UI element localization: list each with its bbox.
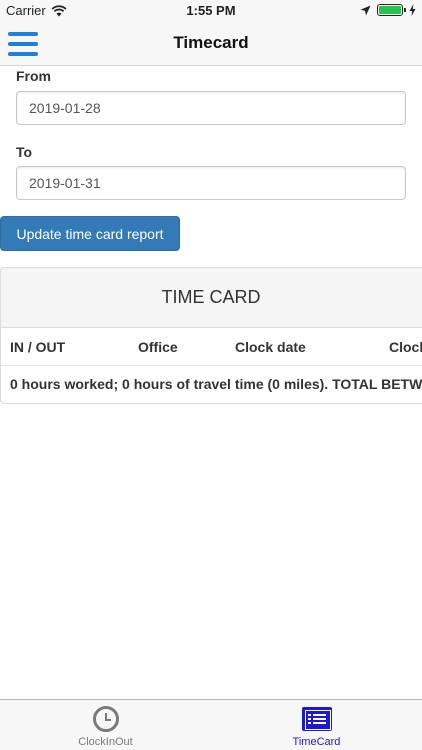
charging-bolt-icon (409, 4, 416, 16)
tab-bar: ClockInOut TimeCard (0, 699, 422, 750)
column-header-clock-date[interactable]: Clock date (235, 339, 306, 355)
column-header-clock[interactable]: Clock (389, 339, 422, 355)
list-bullet (307, 714, 311, 716)
time-card-panel: TIME CARD IN / OUT Office Clock date Clo… (0, 267, 422, 404)
tab-clockinout[interactable]: ClockInOut (0, 700, 211, 750)
list-line (312, 722, 326, 724)
update-time-card-report-button[interactable]: Update time card report (0, 216, 180, 251)
to-label: To (16, 144, 33, 160)
list-line (312, 714, 326, 716)
clock-face (92, 706, 119, 732)
list-bullet (307, 718, 311, 720)
to-date-input[interactable] (16, 166, 406, 200)
clock-icon (92, 705, 120, 733)
timecard-list-icon (301, 705, 332, 733)
tab-timecard[interactable]: TimeCard (211, 700, 422, 750)
time-card-heading: TIME CARD (1, 268, 422, 328)
column-header-in-out[interactable]: IN / OUT (10, 339, 65, 355)
column-header-office[interactable]: Office (138, 339, 178, 355)
status-time: 1:55 PM (186, 3, 236, 18)
list-line (312, 718, 326, 720)
location-arrow-icon (360, 5, 371, 15)
from-date-input[interactable] (16, 91, 406, 125)
battery-icon (377, 4, 406, 16)
timecard-icon-body (301, 707, 332, 731)
navigation-bar: Timecard (0, 22, 422, 66)
time-card-table-header: IN / OUT Office Clock date Clock (1, 328, 422, 366)
battery-fill (379, 6, 401, 14)
app-screen: Carrier 1:55 PM Timecard From 2019-01-28… (0, 0, 422, 750)
tab-timecard-label: TimeCard (292, 736, 341, 748)
summary-text: 0 hours worked; 0 hours of travel time (… (10, 376, 422, 392)
status-bar: Carrier 1:55 PM (0, 0, 422, 22)
page-title: Timecard (173, 33, 249, 52)
clock-hand (104, 719, 111, 721)
time-card-summary-row: 0 hours worked; 0 hours of travel time (… (1, 366, 422, 403)
status-right (360, 4, 416, 16)
tab-clockinout-label: ClockInOut (78, 736, 133, 748)
time-card-title: TIME CARD (161, 287, 261, 307)
from-label: From (16, 68, 51, 84)
list-bullet (307, 722, 311, 724)
